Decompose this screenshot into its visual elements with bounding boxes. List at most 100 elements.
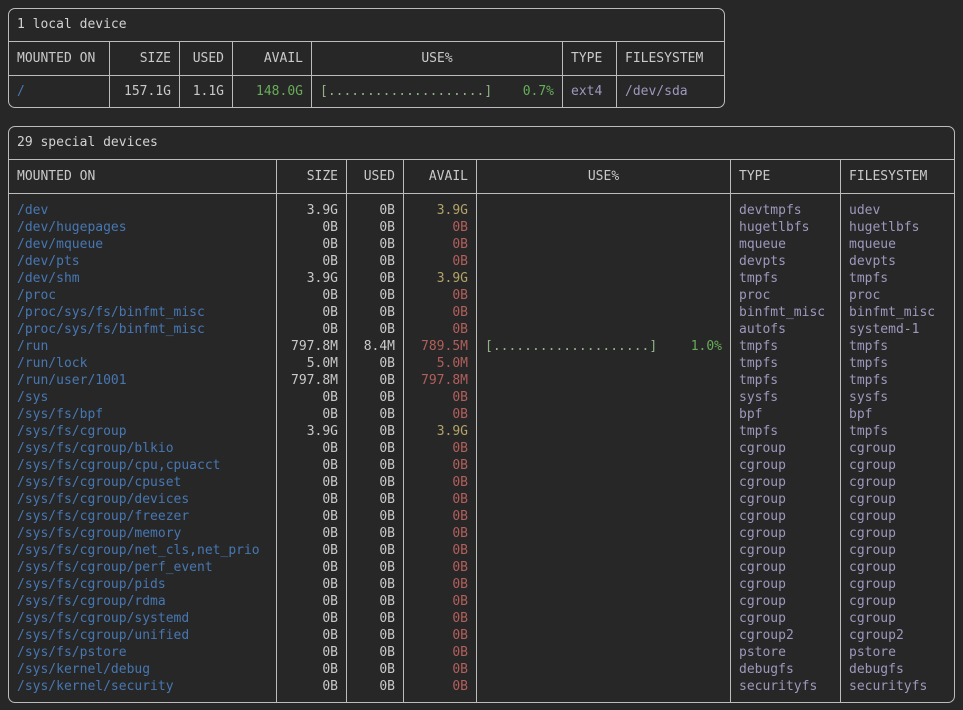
table-row: /sys/fs/cgroup/perf_event0B0B0Bcgroupcgr… — [9, 559, 954, 576]
mount-cell: /sys/fs/cgroup/blkio — [9, 440, 277, 457]
type-cell: securityfs — [731, 678, 841, 695]
header-used: USED — [347, 160, 404, 193]
type-cell: tmpfs — [731, 338, 841, 355]
used-cell: 0B — [347, 406, 404, 423]
used-cell: 0B — [347, 678, 404, 695]
header-use-percent: USE% — [312, 42, 563, 75]
use-cell: [....................]1.0% — [477, 338, 731, 355]
header-avail: AVAIL — [233, 42, 312, 75]
type-cell: cgroup — [731, 542, 841, 559]
table-row: /sys/kernel/debug0B0B0Bdebugfsdebugfs — [9, 661, 954, 678]
filesystem-cell: debugfs — [841, 661, 954, 678]
type-cell: debugfs — [731, 661, 841, 678]
avail-cell: 0B — [404, 321, 477, 338]
mount-cell: /proc/sys/fs/binfmt_misc — [9, 304, 277, 321]
filesystem-cell: cgroup — [841, 576, 954, 593]
avail-cell: 0B — [404, 644, 477, 661]
use-cell — [477, 389, 731, 406]
size-cell: 0B — [277, 525, 347, 542]
avail-cell: 0B — [404, 593, 477, 610]
mount-cell: /sys/fs/cgroup/unified — [9, 627, 277, 644]
mount-cell: /sys/fs/cgroup/net_cls,net_prio — [9, 542, 277, 559]
size-cell: 0B — [277, 253, 347, 270]
table-row: /run797.8M8.4M789.5M[...................… — [9, 338, 954, 355]
type-cell: autofs — [731, 321, 841, 338]
type-cell: pstore — [731, 644, 841, 661]
mount-cell: /run/lock — [9, 355, 277, 372]
filesystem-cell: hugetlbfs — [841, 219, 954, 236]
avail-cell: 0B — [404, 304, 477, 321]
filesystem-cell: cgroup2 — [841, 627, 954, 644]
avail-cell: 0B — [404, 576, 477, 593]
type-cell: tmpfs — [731, 372, 841, 389]
filesystem-cell: udev — [841, 202, 954, 219]
spacer-cell — [731, 695, 841, 703]
size-cell: 0B — [277, 627, 347, 644]
used-cell: 0B — [347, 236, 404, 253]
filesystem-cell: cgroup — [841, 559, 954, 576]
used-cell: 0B — [347, 423, 404, 440]
used-cell: 0B — [347, 321, 404, 338]
special-devices-table: 29 special devices MOUNTED ON SIZE USED … — [8, 126, 955, 703]
filesystem-cell: tmpfs — [841, 355, 954, 372]
avail-cell: 0B — [404, 440, 477, 457]
use-cell — [477, 202, 731, 219]
spacer-cell — [9, 194, 277, 202]
filesystem-cell: tmpfs — [841, 372, 954, 389]
avail-cell: 0B — [404, 253, 477, 270]
avail-cell: 0B — [404, 457, 477, 474]
size-cell: 5.0M — [277, 355, 347, 372]
table-row: /run/lock5.0M0B5.0Mtmpfstmpfs — [9, 355, 954, 372]
avail-cell: 5.0M — [404, 355, 477, 372]
table-row: /sys/fs/cgroup/freezer0B0B0Bcgroupcgroup — [9, 508, 954, 525]
mount-cell: /run — [9, 338, 277, 355]
terminal-screen: 1 local device MOUNTED ON SIZE USED AVAI… — [0, 0, 963, 710]
type-cell: cgroup — [731, 610, 841, 627]
use-cell — [477, 559, 731, 576]
table-row: /sys/fs/bpf0B0B0Bbpfbpf — [9, 406, 954, 423]
filesystem-cell: bpf — [841, 406, 954, 423]
avail-cell: 0B — [404, 508, 477, 525]
size-cell: 0B — [277, 457, 347, 474]
filesystem-cell: tmpfs — [841, 338, 954, 355]
special-devices-title: 29 special devices — [9, 127, 954, 160]
used-cell: 0B — [347, 542, 404, 559]
usage-bar: [....................] — [320, 76, 492, 107]
use-cell — [477, 593, 731, 610]
mount-cell: /sys/kernel/security — [9, 678, 277, 695]
used-cell: 0B — [347, 372, 404, 389]
usage-percent: 0.7% — [523, 76, 554, 107]
spacer-cell — [277, 695, 347, 703]
type-cell: devpts — [731, 253, 841, 270]
size-cell: 0B — [277, 542, 347, 559]
used-cell: 0B — [347, 644, 404, 661]
spacer-cell — [841, 695, 954, 703]
used-cell: 0B — [347, 474, 404, 491]
type-cell: cgroup — [731, 559, 841, 576]
size-cell: 0B — [277, 287, 347, 304]
avail-cell: 0B — [404, 559, 477, 576]
mount-cell: /sys/fs/cgroup/memory — [9, 525, 277, 542]
table-row: /sys/fs/cgroup/blkio0B0B0Bcgroupcgroup — [9, 440, 954, 457]
table-row: /sys/fs/cgroup3.9G0B3.9Gtmpfstmpfs — [9, 423, 954, 440]
used-cell: 0B — [347, 287, 404, 304]
use-cell — [477, 253, 731, 270]
header-filesystem: FILESYSTEM — [617, 42, 724, 75]
use-cell — [477, 508, 731, 525]
size-cell: 0B — [277, 321, 347, 338]
table-row: /dev3.9G0B3.9Gdevtmpfsudev — [9, 202, 954, 219]
filesystem-cell: /dev/sda — [617, 76, 724, 107]
table-row: /sys0B0B0Bsysfssysfs — [9, 389, 954, 406]
type-cell: hugetlbfs — [731, 219, 841, 236]
mount-cell: /sys/fs/bpf — [9, 406, 277, 423]
type-cell: cgroup — [731, 440, 841, 457]
filesystem-cell: cgroup — [841, 457, 954, 474]
size-cell: 0B — [277, 661, 347, 678]
type-cell: devtmpfs — [731, 202, 841, 219]
used-cell: 0B — [347, 593, 404, 610]
use-cell — [477, 457, 731, 474]
table-row: /dev/mqueue0B0B0Bmqueuemqueue — [9, 236, 954, 253]
type-cell: bpf — [731, 406, 841, 423]
type-cell: ext4 — [563, 76, 617, 107]
table-row: /sys/kernel/security0B0B0Bsecurityfssecu… — [9, 678, 954, 695]
